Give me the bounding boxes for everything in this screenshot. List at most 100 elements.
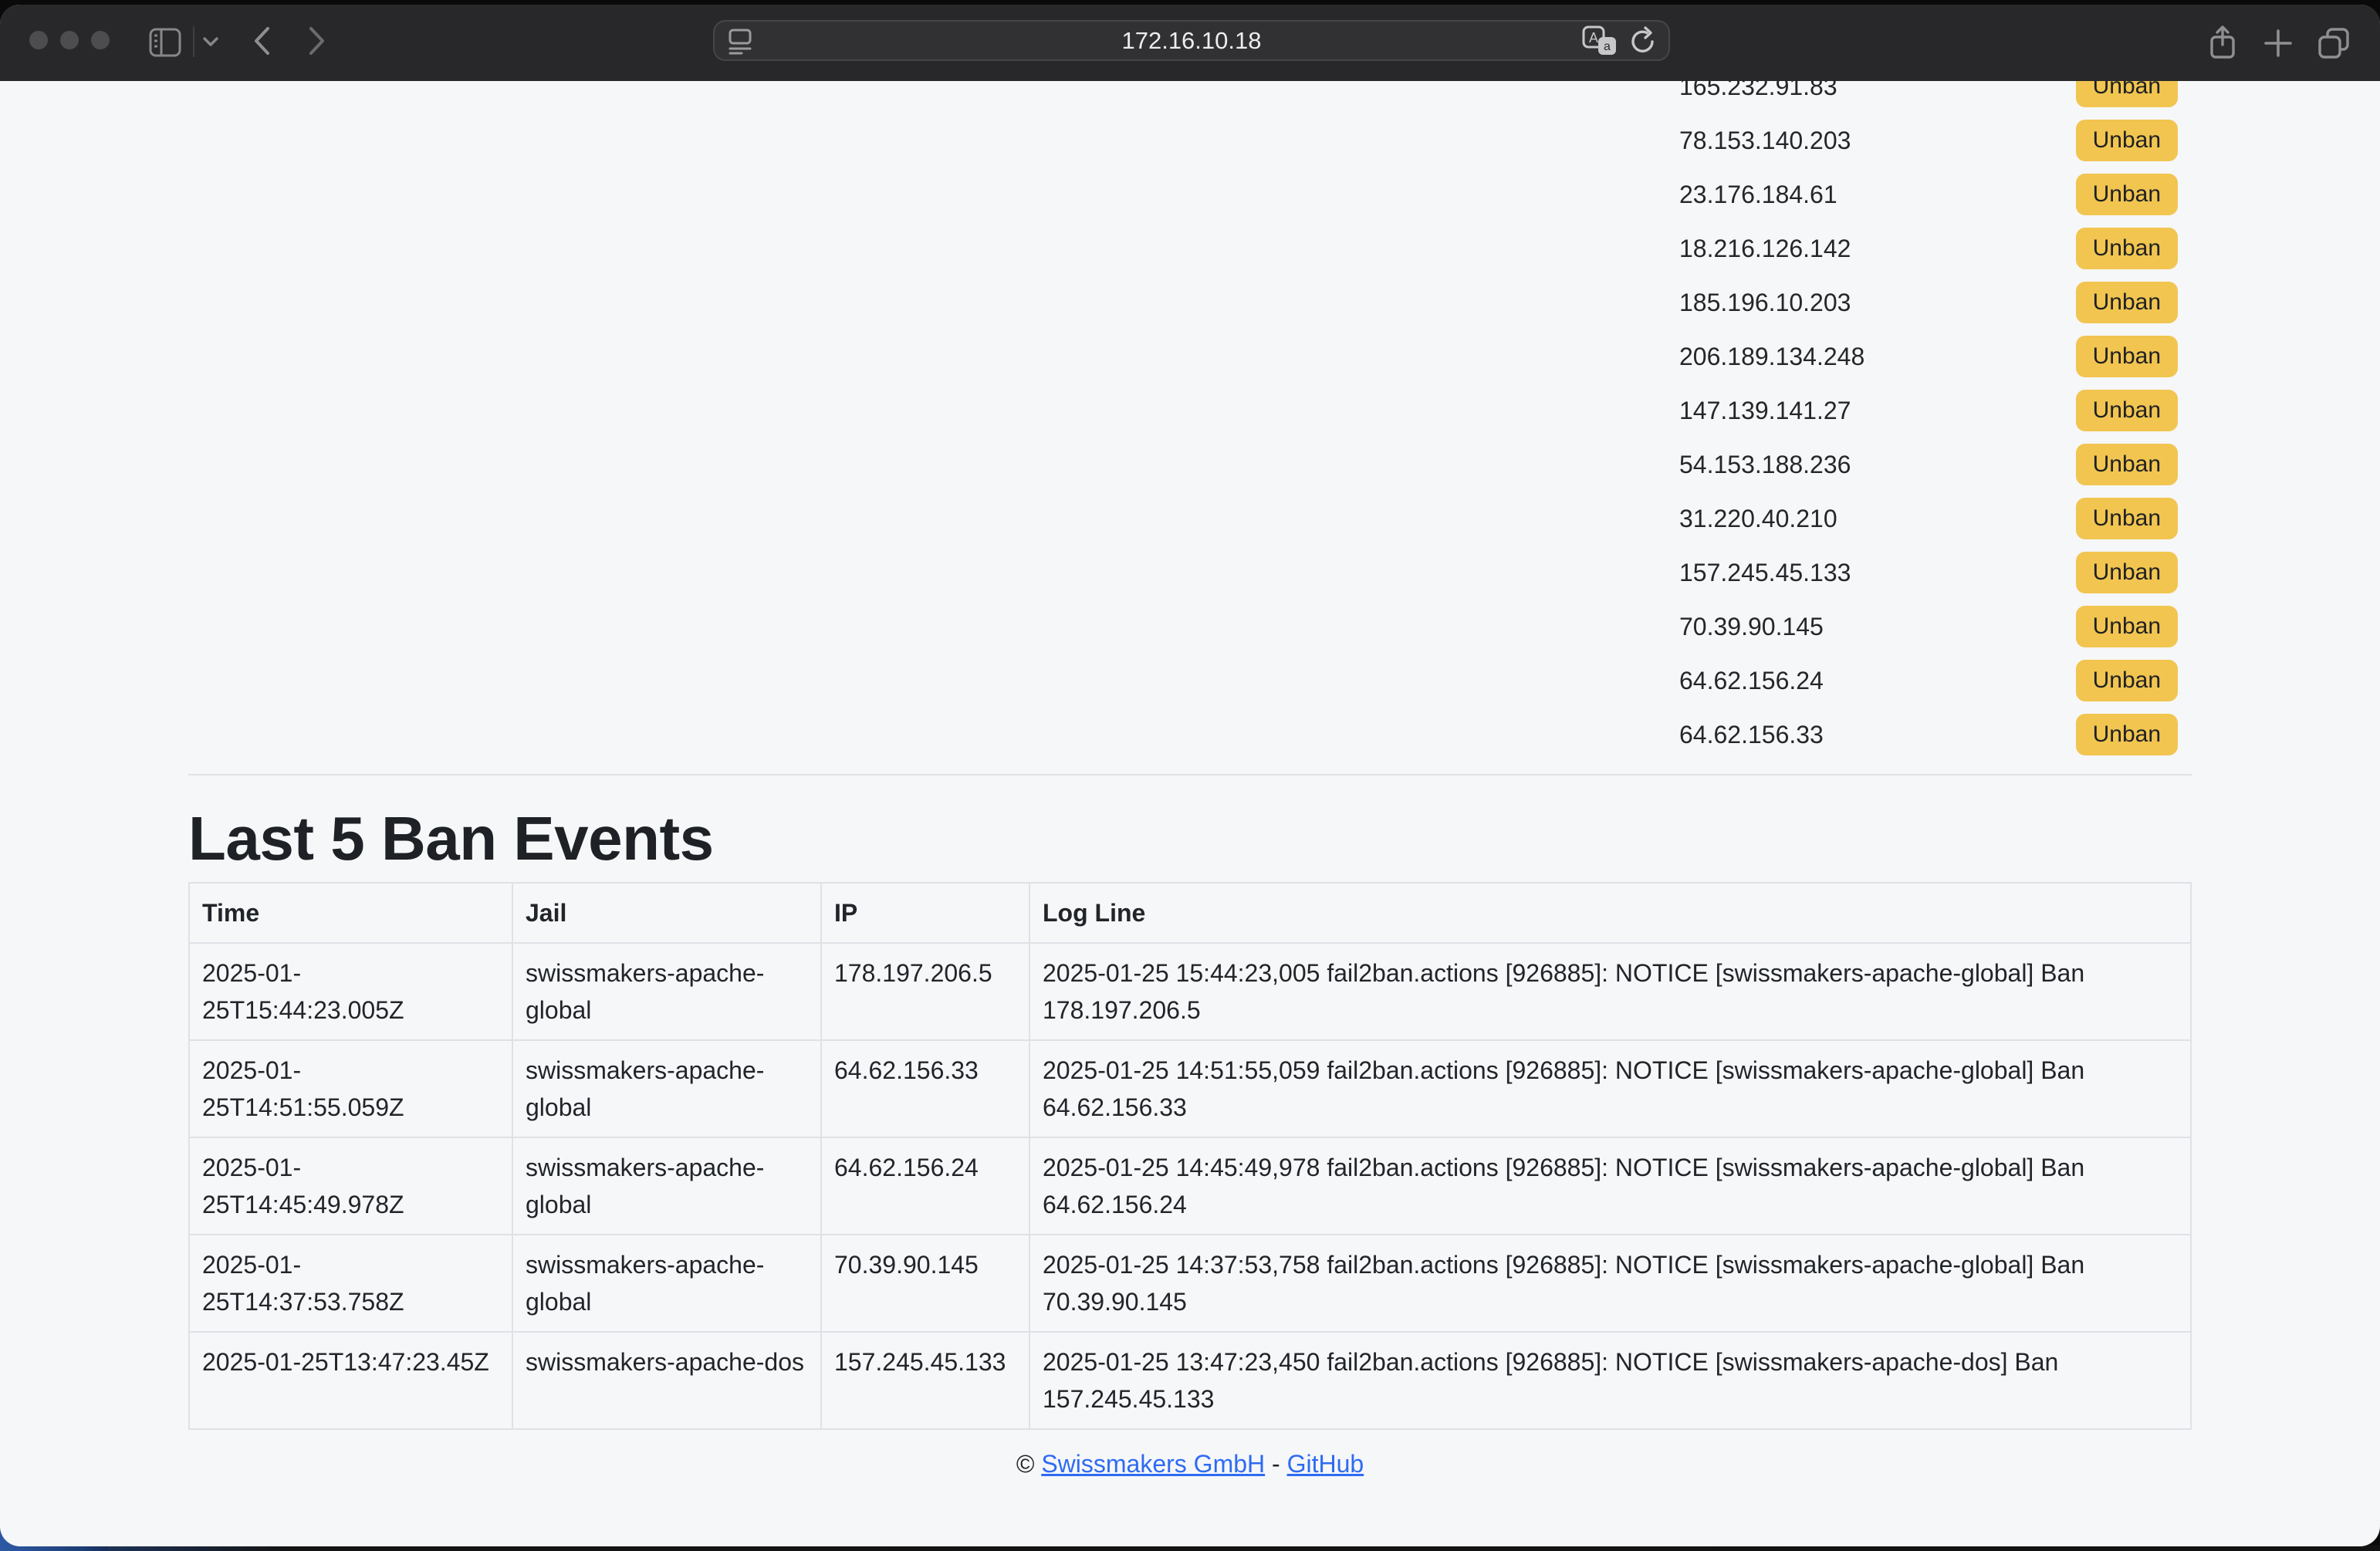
unban-button[interactable]: Unban <box>2076 498 2178 539</box>
banned-ip-text: 31.220.40.210 <box>1679 505 1837 533</box>
event-ip-cell: 157.245.45.133 <box>821 1332 1029 1429</box>
company-link[interactable]: Swissmakers GmbH <box>1041 1450 1265 1478</box>
back-button[interactable] <box>252 25 272 56</box>
banned-ip-row: 157.245.45.133 Unban <box>188 546 2192 600</box>
browser-toolbar: 172.16.10.18 A a <box>0 5 2380 81</box>
banned-ip-text: 78.153.140.203 <box>1679 127 1851 155</box>
sidebar-icon <box>148 26 182 59</box>
sidebar-toggle-button[interactable] <box>148 26 182 59</box>
banned-ip-row: 64.62.156.33 Unban <box>188 708 2192 762</box>
forward-button[interactable] <box>307 25 327 56</box>
ban-event-row: 2025-01-25T14:45:49.978Z swissmakers-apa… <box>189 1137 2191 1235</box>
svg-text:a: a <box>1604 40 1611 53</box>
banned-ip-text: 185.196.10.203 <box>1679 289 1851 317</box>
page-footer: © Swissmakers GmbH - GitHub <box>188 1450 2192 1478</box>
unban-button[interactable]: Unban <box>2076 336 2178 377</box>
banned-ip-row: 206.189.134.248 Unban <box>188 329 2192 384</box>
event-time-cell: 2025-01-25T14:51:55.059Z <box>189 1040 512 1137</box>
ban-events-table: Time Jail IP Log Line 2025-01-25T15:44:2… <box>188 882 2192 1430</box>
minimize-window-button[interactable] <box>60 31 79 49</box>
event-ip-cell: 178.197.206.5 <box>821 943 1029 1040</box>
window-controls <box>29 31 110 49</box>
event-jail-cell: swissmakers-apache-global <box>512 1137 821 1235</box>
svg-text:A: A <box>1589 30 1598 46</box>
event-time-cell: 2025-01-25T13:47:23.45Z <box>189 1332 512 1429</box>
banned-ip-text: 23.176.184.61 <box>1679 181 1837 209</box>
event-ip-cell: 64.62.156.33 <box>821 1040 1029 1137</box>
new-tab-button[interactable] <box>2263 28 2294 59</box>
banned-ip-text: 64.62.156.33 <box>1679 721 1824 749</box>
banned-ip-row: 64.62.156.24 Unban <box>188 654 2192 708</box>
event-log-line-cell: 2025-01-25 13:47:23,450 fail2ban.actions… <box>1029 1332 2191 1429</box>
unban-button[interactable]: Unban <box>2076 606 2178 647</box>
forward-icon <box>307 25 327 56</box>
ban-event-row: 2025-01-25T14:51:55.059Z swissmakers-apa… <box>189 1040 2191 1137</box>
column-header-time: Time <box>189 883 512 943</box>
event-log-line-cell: 2025-01-25 15:44:23,005 fail2ban.actions… <box>1029 943 2191 1040</box>
event-ip-cell: 70.39.90.145 <box>821 1235 1029 1332</box>
banned-ip-text: 147.139.141.27 <box>1679 397 1851 425</box>
banned-ip-text: 165.232.91.83 <box>1679 81 1837 101</box>
event-time-cell: 2025-01-25T14:45:49.978Z <box>189 1137 512 1235</box>
unban-button[interactable]: Unban <box>2076 81 2178 107</box>
table-header-row: Time Jail IP Log Line <box>189 883 2191 943</box>
ban-event-row: 2025-01-25T15:44:23.005Z swissmakers-apa… <box>189 943 2191 1040</box>
event-log-line-cell: 2025-01-25 14:51:55,059 fail2ban.actions… <box>1029 1040 2191 1137</box>
banned-ip-text: 64.62.156.24 <box>1679 667 1824 695</box>
event-log-line-cell: 2025-01-25 14:37:53,758 fail2ban.actions… <box>1029 1235 2191 1332</box>
footer-separator: - <box>1272 1450 1280 1478</box>
unban-button[interactable]: Unban <box>2076 120 2178 161</box>
share-button[interactable] <box>2207 25 2238 60</box>
banned-ip-text: 206.189.134.248 <box>1679 343 1864 371</box>
banned-ip-text: 157.245.45.133 <box>1679 559 1851 587</box>
copyright-symbol: © <box>1016 1450 1035 1478</box>
event-jail-cell: swissmakers-apache-global <box>512 1040 821 1137</box>
close-window-button[interactable] <box>29 31 48 49</box>
banned-ip-row: 18.216.126.142 Unban <box>188 221 2192 275</box>
unban-button[interactable]: Unban <box>2076 660 2178 701</box>
banned-ip-row: 23.176.184.61 Unban <box>188 167 2192 221</box>
banned-ip-row: 165.232.91.83 Unban <box>188 81 2192 113</box>
column-header-log-line: Log Line <box>1029 883 2191 943</box>
banned-ip-row: 70.39.90.145 Unban <box>188 600 2192 654</box>
event-jail-cell: swissmakers-apache-global <box>512 943 821 1040</box>
url-text[interactable]: 172.16.10.18 <box>715 22 1668 59</box>
unban-button[interactable]: Unban <box>2076 444 2178 485</box>
event-jail-cell: swissmakers-apache-dos <box>512 1332 821 1429</box>
chevron-down-icon <box>202 36 219 47</box>
share-icon <box>2207 25 2238 60</box>
banned-ip-row: 185.196.10.203 Unban <box>188 275 2192 329</box>
ban-event-row: 2025-01-25T14:37:53.758Z swissmakers-apa… <box>189 1235 2191 1332</box>
banned-ip-row: 31.220.40.210 Unban <box>188 492 2192 546</box>
banned-ip-row: 147.139.141.27 Unban <box>188 384 2192 438</box>
banned-ip-row: 78.153.140.203 Unban <box>188 113 2192 167</box>
tab-overview-button[interactable] <box>2317 26 2351 60</box>
translate-icon[interactable]: A a <box>1582 25 1618 58</box>
address-bar[interactable]: 172.16.10.18 A a <box>713 20 1670 61</box>
tab-overview-icon <box>2317 26 2351 60</box>
event-time-cell: 2025-01-25T15:44:23.005Z <box>189 943 512 1040</box>
toolbar-separator <box>193 26 194 57</box>
event-jail-cell: swissmakers-apache-global <box>512 1235 821 1332</box>
column-header-jail: Jail <box>512 883 821 943</box>
column-header-ip: IP <box>821 883 1029 943</box>
unban-button[interactable]: Unban <box>2076 174 2178 215</box>
zoom-window-button[interactable] <box>91 31 110 49</box>
event-time-cell: 2025-01-25T14:37:53.758Z <box>189 1235 512 1332</box>
tab-group-dropdown-button[interactable] <box>202 36 219 47</box>
banned-ip-text: 18.216.126.142 <box>1679 235 1851 263</box>
banned-ip-text: 54.153.188.236 <box>1679 451 1851 479</box>
unban-button[interactable]: Unban <box>2076 228 2178 269</box>
unban-button[interactable]: Unban <box>2076 282 2178 323</box>
banned-ip-text: 70.39.90.145 <box>1679 613 1824 641</box>
unban-button[interactable]: Unban <box>2076 552 2178 593</box>
banned-ip-list: 165.232.91.83 Unban 78.153.140.203 Unban… <box>188 81 2192 762</box>
reload-icon[interactable] <box>1628 25 1658 58</box>
browser-window: 172.16.10.18 A a <box>0 5 2380 1546</box>
unban-button[interactable]: Unban <box>2076 390 2178 431</box>
unban-button[interactable]: Unban <box>2076 714 2178 755</box>
new-tab-icon <box>2263 28 2294 59</box>
ban-event-row: 2025-01-25T13:47:23.45Z swissmakers-apac… <box>189 1332 2191 1429</box>
github-link[interactable]: GitHub <box>1287 1450 1364 1478</box>
event-ip-cell: 64.62.156.24 <box>821 1137 1029 1235</box>
